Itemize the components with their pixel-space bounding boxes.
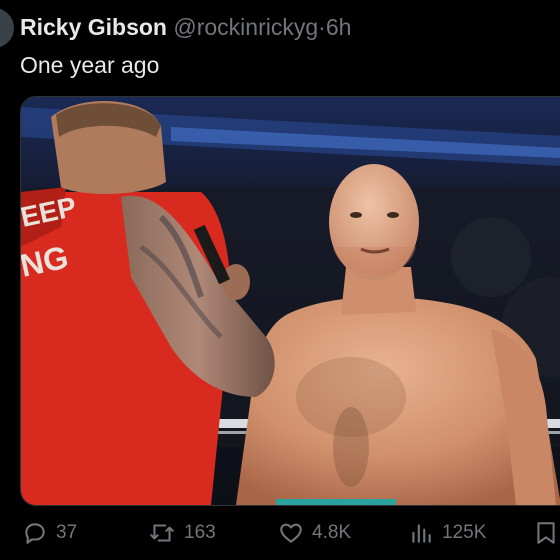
- bookmark-button[interactable]: [534, 518, 558, 548]
- view-count: 125K: [442, 522, 487, 543]
- post-header: Ricky Gibson @rockinrickyg·6h: [20, 12, 351, 42]
- reply-button[interactable]: 37: [22, 518, 77, 548]
- like-count: 4.8K: [312, 522, 352, 543]
- avatar[interactable]: [0, 8, 14, 48]
- like-icon: [280, 523, 302, 543]
- views-button[interactable]: 125K: [408, 518, 486, 548]
- repost-button[interactable]: 163: [148, 518, 216, 548]
- separator-dot: ·: [318, 14, 326, 40]
- reply-count: 37: [56, 522, 78, 543]
- repost-count: 163: [184, 522, 216, 543]
- tweet-text: One year ago: [20, 52, 160, 78]
- author-name[interactable]: Ricky Gibson: [20, 14, 167, 40]
- post-time[interactable]: 6h: [326, 14, 352, 40]
- repost-icon: [150, 524, 174, 542]
- author-handle[interactable]: @rockinrickyg: [173, 14, 318, 40]
- reply-icon: [25, 523, 45, 544]
- bookmark-icon: [537, 522, 555, 544]
- like-button[interactable]: 4.8K: [278, 518, 351, 548]
- action-bar: 37 163 4.8K 125K: [0, 512, 560, 556]
- views-icon: [412, 524, 431, 543]
- post-image[interactable]: EEP NG: [20, 96, 560, 506]
